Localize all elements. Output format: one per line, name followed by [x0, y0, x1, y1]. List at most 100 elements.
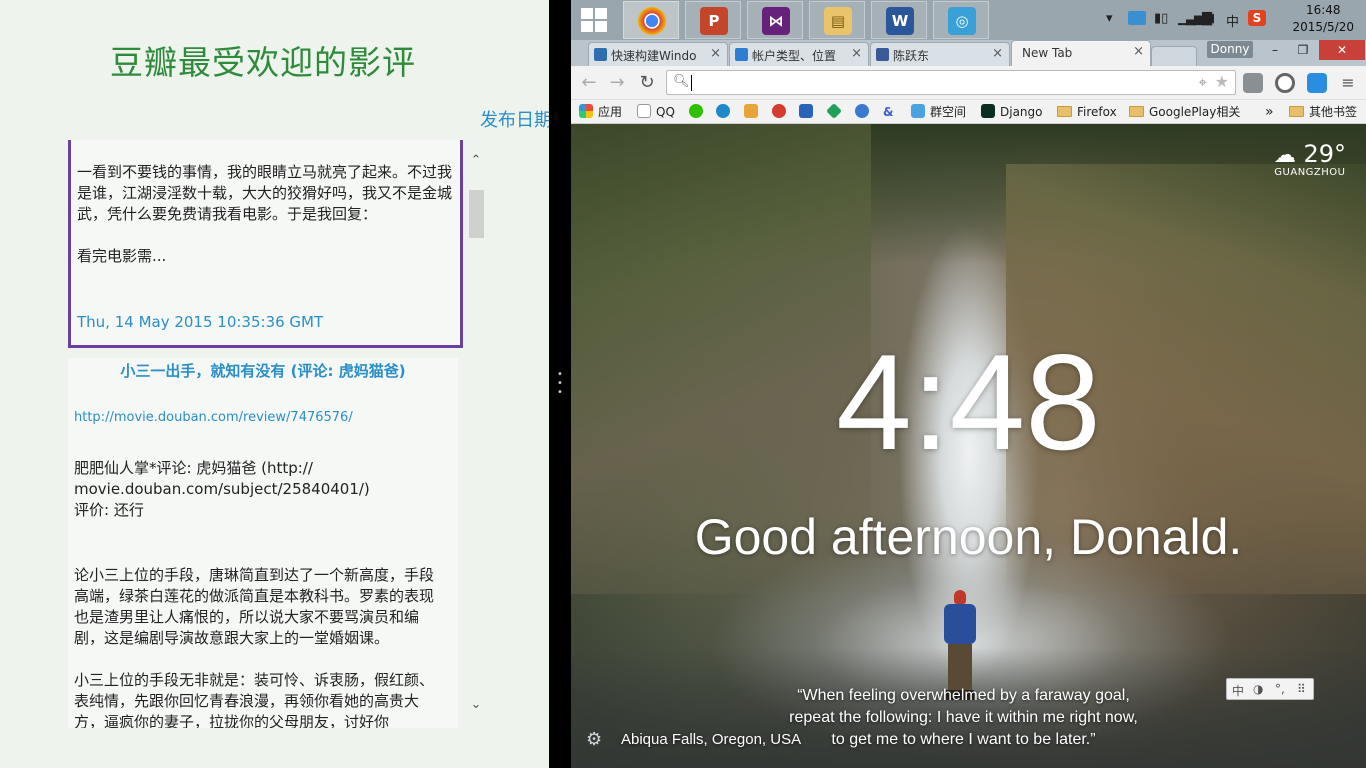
- bookmark-diamond[interactable]: [826, 103, 846, 121]
- tab-close-icon[interactable]: ×: [710, 46, 721, 61]
- extension-edit-icon[interactable]: [1307, 73, 1327, 93]
- extension-record-icon[interactable]: [1275, 73, 1295, 93]
- ime-indicator[interactable]: 中: [1226, 11, 1239, 30]
- scroll-down-arrow[interactable]: ⌄: [467, 696, 485, 714]
- bookmark-ampersand[interactable]: &: [883, 103, 893, 121]
- review-excerpt: 邀请您观看《晚的电影包场》 一看到不要钱的事情，我的眼睛立马就亮了起来。不过我是…: [77, 163, 453, 265]
- taskbar-powerpoint[interactable]: P: [685, 1, 741, 39]
- review-date: Thu, 14 May 2015 10:35:36 GMT: [77, 313, 324, 331]
- review-title[interactable]: 小三一出手，就知有没有 (评论: 虎妈猫爸): [68, 360, 458, 381]
- bookmark-folder-googleplay[interactable]: GooglePlay相关: [1129, 103, 1240, 121]
- bookmark-group-space[interactable]: 群空间: [911, 103, 966, 121]
- chrome-menu-icon[interactable]: ≡: [1336, 71, 1360, 95]
- taskbar-file-explorer[interactable]: ▤: [809, 1, 865, 39]
- bookmark-apps[interactable]: 应用: [579, 103, 622, 121]
- ime-punctuation-button[interactable]: °,: [1275, 682, 1285, 696]
- search-icon: 🔍︎: [673, 74, 690, 89]
- cloud-icon: ☁: [1273, 143, 1296, 168]
- restore-button[interactable]: ❐: [1290, 40, 1316, 60]
- bookmark-star-icon[interactable]: ★: [1215, 72, 1229, 91]
- new-tab-page: ☁ 29° GUANGZHOU 4:48 Good afternoon, Don…: [571, 124, 1366, 768]
- apps-grid-icon: [579, 104, 593, 118]
- folder-icon: ▤: [824, 7, 852, 35]
- battery-icon[interactable]: ▮▯: [1154, 11, 1168, 26]
- taskbar-chrome[interactable]: [623, 1, 679, 39]
- tab-label: New Tab: [1022, 46, 1073, 60]
- bookmark-wechat[interactable]: [689, 103, 708, 121]
- chrome-icon: [638, 7, 666, 35]
- review-list[interactable]: 邀请您观看《晚的电影包场》 一看到不要钱的事情，我的眼睛立马就亮了起来。不过我是…: [68, 140, 463, 728]
- weather-widget[interactable]: ☁ 29° GUANGZHOU: [1274, 140, 1346, 178]
- publish-date-header[interactable]: 发布日期: [480, 106, 549, 132]
- ime-toolbar[interactable]: 中 ◑ °, ⠿: [1226, 678, 1314, 700]
- scrollbar-thumb[interactable]: [469, 190, 484, 238]
- tab-label: 帐户类型、位置: [752, 49, 837, 63]
- tab-close-icon[interactable]: ×: [1133, 44, 1144, 59]
- review-card[interactable]: 小三一出手，就知有没有 (评论: 虎妈猫爸) http://movie.doub…: [68, 358, 458, 728]
- divider-grip-icon[interactable]: • • •: [557, 370, 563, 398]
- tab-chen-yuedong[interactable]: 陈跃东 ×: [870, 42, 1010, 66]
- visual-studio-icon: ⋈: [762, 7, 790, 35]
- volume-icon[interactable]: ◀: [1204, 11, 1214, 26]
- tab-close-icon[interactable]: ×: [992, 46, 1003, 61]
- clock-date: 2015/5/20: [1292, 20, 1354, 34]
- review-list-scrollbar[interactable]: ⌃ ⌄: [467, 150, 485, 716]
- taskbar-visual-studio[interactable]: ⋈: [747, 1, 803, 39]
- bookmark-xiu[interactable]: [772, 103, 791, 121]
- clock-time: 16:48: [1305, 3, 1341, 17]
- tray-app-icon[interactable]: [1128, 11, 1146, 25]
- review-card-selected[interactable]: 邀请您观看《晚的电影包场》 一看到不要钱的事情，我的眼睛立马就亮了起来。不过我是…: [68, 140, 463, 348]
- new-tab-button[interactable]: [1151, 46, 1197, 66]
- bookmark-qq[interactable]: QQ: [637, 103, 675, 121]
- bookmark-link[interactable]: [855, 103, 874, 121]
- scroll-up-arrow[interactable]: ⌃: [467, 152, 485, 170]
- start-button[interactable]: [581, 8, 609, 34]
- taskbar-network-app[interactable]: ◎: [933, 1, 989, 39]
- ime-mode-button[interactable]: 中: [1232, 682, 1244, 699]
- bookmark-django[interactable]: Django: [981, 103, 1043, 121]
- close-window-button[interactable]: ✕: [1319, 40, 1365, 60]
- ampersand-icon: &: [883, 105, 894, 119]
- taskbar-word[interactable]: W: [871, 1, 927, 39]
- tab-account-types[interactable]: 帐户类型、位置 ×: [729, 42, 869, 66]
- ime-keyboard-button[interactable]: ⠿: [1297, 682, 1306, 696]
- snap-divider[interactable]: • • •: [549, 0, 571, 768]
- tab-favicon: [594, 48, 607, 61]
- wechat-icon: [689, 104, 703, 118]
- bookmark-folder-firefox[interactable]: Firefox: [1057, 103, 1117, 121]
- review-body: 论小三上位的手段，唐琳简直到达了一个新高度，手段高端，绿茶白莲花的做派简直是本教…: [74, 566, 435, 728]
- taskbar-clock[interactable]: 16:48 2015/5/20: [1292, 2, 1354, 36]
- page-icon: [637, 104, 651, 118]
- bookmark-s5[interactable]: [799, 103, 818, 121]
- tab-quick-build-windows[interactable]: 快速构建Windo ×: [588, 42, 728, 66]
- bookmark-other-bookmarks[interactable]: 其他书签: [1289, 103, 1357, 121]
- windows-logo-icon: [581, 8, 593, 19]
- text-caret: [691, 75, 692, 91]
- ime-halfwidth-button[interactable]: ◑: [1253, 682, 1263, 696]
- extension-reader-icon[interactable]: [1243, 73, 1263, 93]
- link-icon: [855, 104, 869, 118]
- profile-badge[interactable]: Donny: [1207, 41, 1253, 58]
- douban-reviews-app: 豆瓣最受欢迎的影评 发布日期 邀请您观看《晚的电影包场》 一看到不要钱的事情，我…: [0, 0, 549, 768]
- location-icon[interactable]: ⌖: [1199, 73, 1207, 91]
- tab-label: 快速构建Windo: [611, 49, 697, 63]
- reload-icon[interactable]: ↻: [635, 71, 659, 95]
- back-arrow-icon[interactable]: ←: [577, 71, 601, 95]
- tab-new-tab[interactable]: New Tab ×: [1011, 40, 1151, 66]
- sogou-ime-icon[interactable]: S: [1248, 10, 1266, 26]
- bookmarks-overflow-button[interactable]: »: [1265, 103, 1274, 121]
- address-bar[interactable]: 🔍︎ ⌖ ★: [666, 70, 1236, 95]
- group-icon: [911, 104, 925, 118]
- django-icon: [981, 104, 995, 118]
- tab-close-icon[interactable]: ×: [851, 46, 862, 61]
- show-hidden-icons-button[interactable]: ▾: [1106, 11, 1113, 26]
- photo-location[interactable]: Abiqua Falls, Oregon, USA: [621, 731, 801, 748]
- bookmark-note[interactable]: [744, 103, 763, 121]
- bookmark-github[interactable]: [716, 103, 735, 121]
- minimize-button[interactable]: –: [1262, 40, 1288, 60]
- review-link[interactable]: http://movie.douban.com/review/7476576/: [74, 410, 353, 425]
- forward-arrow-icon[interactable]: →: [605, 71, 629, 95]
- gear-icon[interactable]: ⚙: [586, 729, 602, 750]
- powerpoint-icon: P: [700, 7, 728, 35]
- browser-toolbar: ← → ↻ 🔍︎ ⌖ ★ ≡: [571, 66, 1366, 100]
